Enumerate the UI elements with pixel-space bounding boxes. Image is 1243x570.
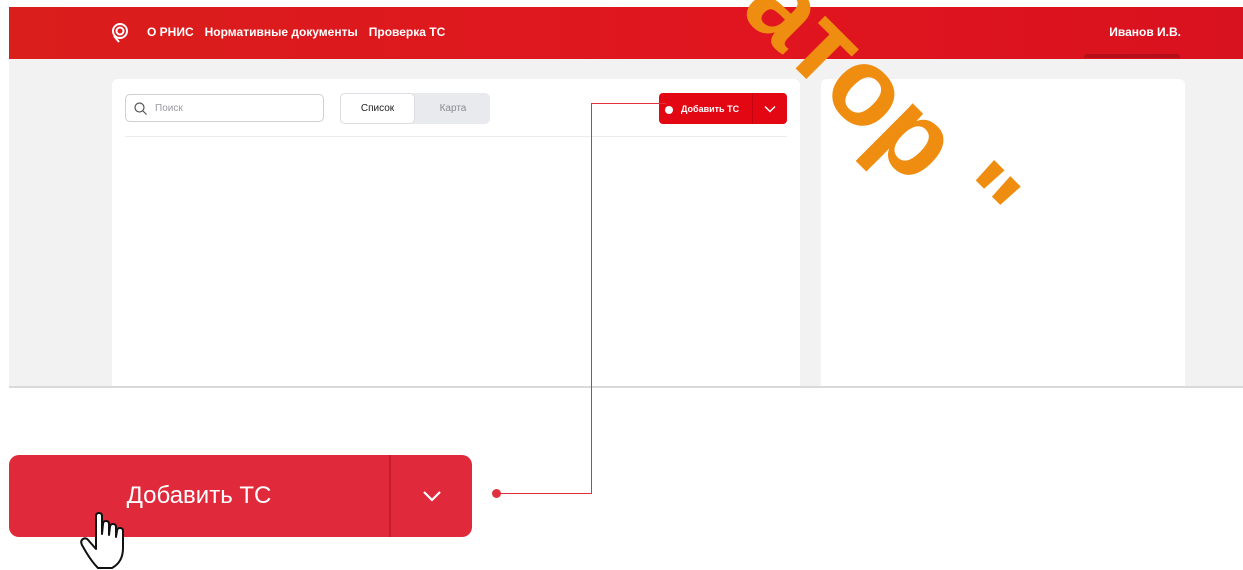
callout-end-dot [492,489,501,498]
nav-item-vehicle-check[interactable]: Проверка ТС [369,25,446,39]
hand-cursor-icon [80,512,124,569]
nav-item-about[interactable]: О РНИС [147,25,194,39]
search-icon [134,101,147,115]
add-vehicle-enlarged-dropdown[interactable] [391,490,472,502]
add-vehicle-button[interactable]: Добавить ТС [659,93,787,124]
view-toggle: Список Карта [340,93,490,124]
add-vehicle-button-enlarged[interactable]: Добавить ТС [9,455,472,537]
search-box[interactable] [125,94,324,122]
panel-divider [125,136,787,137]
details-panel [821,79,1185,386]
add-vehicle-dropdown[interactable] [753,105,787,113]
user-active-indicator [1084,54,1180,58]
callout-connector [591,103,592,493]
tab-list[interactable]: Список [340,93,415,124]
user-name[interactable]: Иванов И.В. [1109,25,1181,39]
list-panel: Список Карта Добавить ТС [112,79,800,386]
add-vehicle-enlarged-label: Добавить ТС [126,482,272,509]
stage: О РНИС Нормативные документы Проверка ТС… [0,0,1243,570]
add-vehicle-label: Добавить ТС [681,103,740,114]
callout-anchor-dot [665,106,673,114]
callout-connector [497,493,592,494]
search-input[interactable] [153,101,307,115]
logo-icon[interactable] [110,23,130,43]
tab-map[interactable]: Карта [416,93,490,124]
nav-item-documents[interactable]: Нормативные документы [205,25,358,39]
app-screenshot: О РНИС Нормативные документы Проверка ТС… [9,7,1243,388]
top-navigation-bar: О РНИС Нормативные документы Проверка ТС… [9,7,1243,59]
main-nav: О РНИС Нормативные документы Проверка ТС [147,25,445,39]
chevron-down-icon [422,491,441,502]
callout-connector [591,103,666,104]
chevron-down-icon [764,105,776,112]
